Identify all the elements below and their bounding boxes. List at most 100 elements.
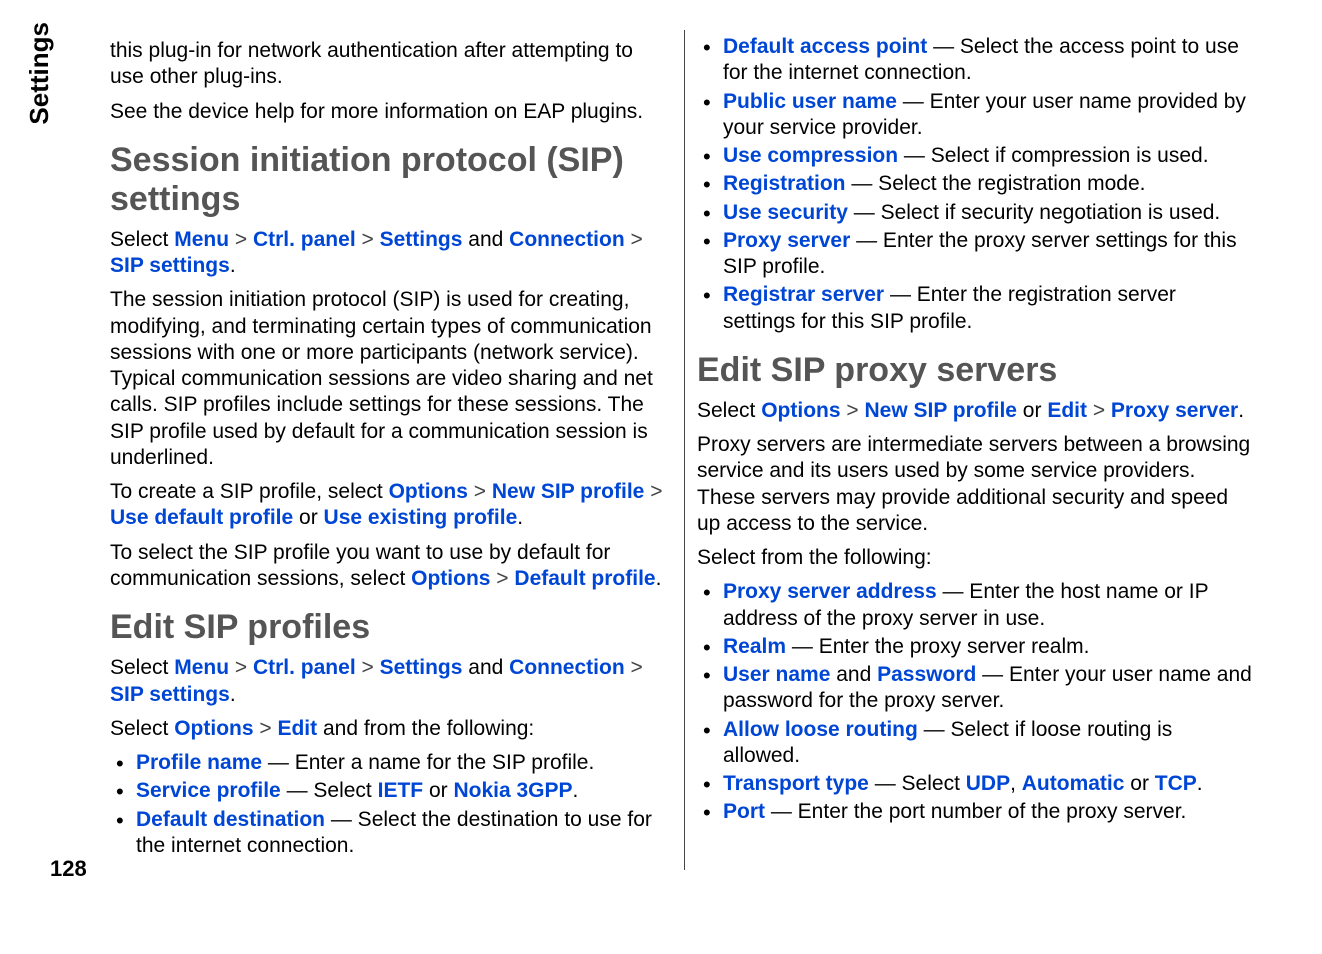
link-options[interactable]: Options — [174, 717, 253, 740]
text: . — [1197, 772, 1203, 795]
link-edit[interactable]: Edit — [277, 717, 317, 740]
text: Select — [110, 717, 174, 740]
breadcrumb-nav: Select Menu > Ctrl. panel > Settings and… — [110, 227, 666, 280]
separator: > — [254, 717, 278, 740]
link-sip-settings[interactable]: SIP settings — [110, 683, 230, 706]
text: and from the following: — [317, 717, 534, 740]
link-options[interactable]: Options — [761, 399, 840, 422]
option-title: Default destination — [136, 808, 325, 831]
text: and — [462, 656, 509, 679]
text: . — [573, 779, 579, 802]
list-item: Public user name — Enter your user name … — [697, 89, 1253, 142]
heading-sip-settings: Session initiation protocol (SIP) settin… — [110, 141, 666, 219]
separator: > — [625, 228, 643, 251]
breadcrumb-nav: Select Options > New SIP profile or Edit… — [697, 398, 1253, 424]
link-automatic[interactable]: Automatic — [1022, 772, 1125, 795]
list-item: Proxy server — Enter the proxy server se… — [697, 228, 1253, 281]
list-item: Service profile — Select IETF or Nokia 3… — [110, 778, 666, 804]
text: or — [1017, 399, 1047, 422]
paragraph: this plug-in for network authentication … — [110, 38, 666, 91]
list-item: Default destination — Select the destina… — [110, 807, 666, 860]
link-use-default-profile[interactable]: Use default profile — [110, 506, 293, 529]
paragraph: Proxy servers are intermediate servers b… — [697, 432, 1253, 537]
paragraph: To select the SIP profile you want to us… — [110, 540, 666, 593]
section-label: Settings — [24, 22, 55, 125]
link-udp[interactable]: UDP — [966, 772, 1010, 795]
column-divider — [684, 30, 685, 870]
text: and — [830, 663, 877, 686]
link-connection[interactable]: Connection — [509, 656, 625, 679]
option-title: Use compression — [723, 144, 898, 167]
link-ctrl-panel[interactable]: Ctrl. panel — [253, 228, 356, 251]
text: Select — [110, 656, 174, 679]
options-list: Profile name — Enter a name for the SIP … — [110, 750, 666, 859]
link-edit[interactable]: Edit — [1047, 399, 1087, 422]
text: , — [1010, 772, 1022, 795]
link-new-sip-profile[interactable]: New SIP profile — [492, 480, 645, 503]
separator: > — [625, 656, 643, 679]
link-proxy-server[interactable]: Proxy server — [1111, 399, 1238, 422]
document-page: Settings 128 this plug-in for network au… — [0, 0, 1322, 954]
link-new-sip-profile[interactable]: New SIP profile — [864, 399, 1017, 422]
link-ietf[interactable]: IETF — [378, 779, 424, 802]
link-options[interactable]: Options — [411, 567, 490, 590]
left-column: this plug-in for network authentication … — [110, 30, 680, 934]
separator: > — [841, 399, 865, 422]
list-item: Use compression — Select if compression … — [697, 143, 1253, 169]
list-item: Proxy server address — Enter the host na… — [697, 579, 1253, 632]
paragraph: See the device help for more information… — [110, 99, 666, 125]
option-title: Password — [877, 663, 976, 686]
link-settings[interactable]: Settings — [380, 228, 463, 251]
option-title: Proxy server — [723, 229, 850, 252]
list-item: Profile name — Enter a name for the SIP … — [110, 750, 666, 776]
link-sip-settings[interactable]: SIP settings — [110, 254, 230, 277]
text: . — [1238, 399, 1244, 422]
options-list: Proxy server address — Enter the host na… — [697, 579, 1253, 825]
content-columns: this plug-in for network authentication … — [110, 30, 1302, 934]
list-item: Use security — Select if security negoti… — [697, 200, 1253, 226]
text: . — [656, 567, 662, 590]
link-options[interactable]: Options — [389, 480, 468, 503]
options-list: Default access point — Select the access… — [697, 34, 1253, 335]
option-desc: — Select if compression is used. — [898, 144, 1208, 167]
link-ctrl-panel[interactable]: Ctrl. panel — [253, 656, 356, 679]
text: and — [462, 228, 509, 251]
separator: > — [490, 567, 514, 590]
text: or — [423, 779, 453, 802]
paragraph: Select from the following: — [697, 545, 1253, 571]
option-desc: — Select — [869, 772, 966, 795]
option-title: Port — [723, 800, 765, 823]
option-title: Allow loose routing — [723, 718, 918, 741]
link-nokia-3gpp[interactable]: Nokia 3GPP — [453, 779, 572, 802]
list-item: Transport type — Select UDP, Automatic o… — [697, 771, 1253, 797]
separator: > — [644, 480, 662, 503]
link-tcp[interactable]: TCP — [1155, 772, 1197, 795]
text: Select — [697, 399, 761, 422]
link-use-existing-profile[interactable]: Use existing profile — [324, 506, 518, 529]
text: or — [293, 506, 323, 529]
separator: > — [229, 656, 253, 679]
right-column: Default access point — Select the access… — [697, 30, 1267, 934]
list-item: Registration — Select the registration m… — [697, 171, 1253, 197]
text: Select — [110, 228, 174, 251]
link-default-profile[interactable]: Default profile — [514, 567, 655, 590]
option-title: Service profile — [136, 779, 281, 802]
link-settings[interactable]: Settings — [380, 656, 463, 679]
separator: > — [356, 228, 380, 251]
link-menu[interactable]: Menu — [174, 656, 229, 679]
option-title: Registrar server — [723, 283, 884, 306]
text: To create a SIP profile, select — [110, 480, 389, 503]
option-title: User name — [723, 663, 830, 686]
link-connection[interactable]: Connection — [509, 228, 625, 251]
heading-edit-sip-profiles: Edit SIP profiles — [110, 608, 666, 647]
option-title: Realm — [723, 635, 786, 658]
list-item: Allow loose routing — Select if loose ro… — [697, 717, 1253, 770]
paragraph: To create a SIP profile, select Options … — [110, 479, 666, 532]
paragraph: The session initiation protocol (SIP) is… — [110, 287, 666, 471]
link-menu[interactable]: Menu — [174, 228, 229, 251]
option-title: Default access point — [723, 35, 927, 58]
option-title: Proxy server address — [723, 580, 937, 603]
separator: > — [356, 656, 380, 679]
option-title: Registration — [723, 172, 846, 195]
option-title: Profile name — [136, 751, 262, 774]
